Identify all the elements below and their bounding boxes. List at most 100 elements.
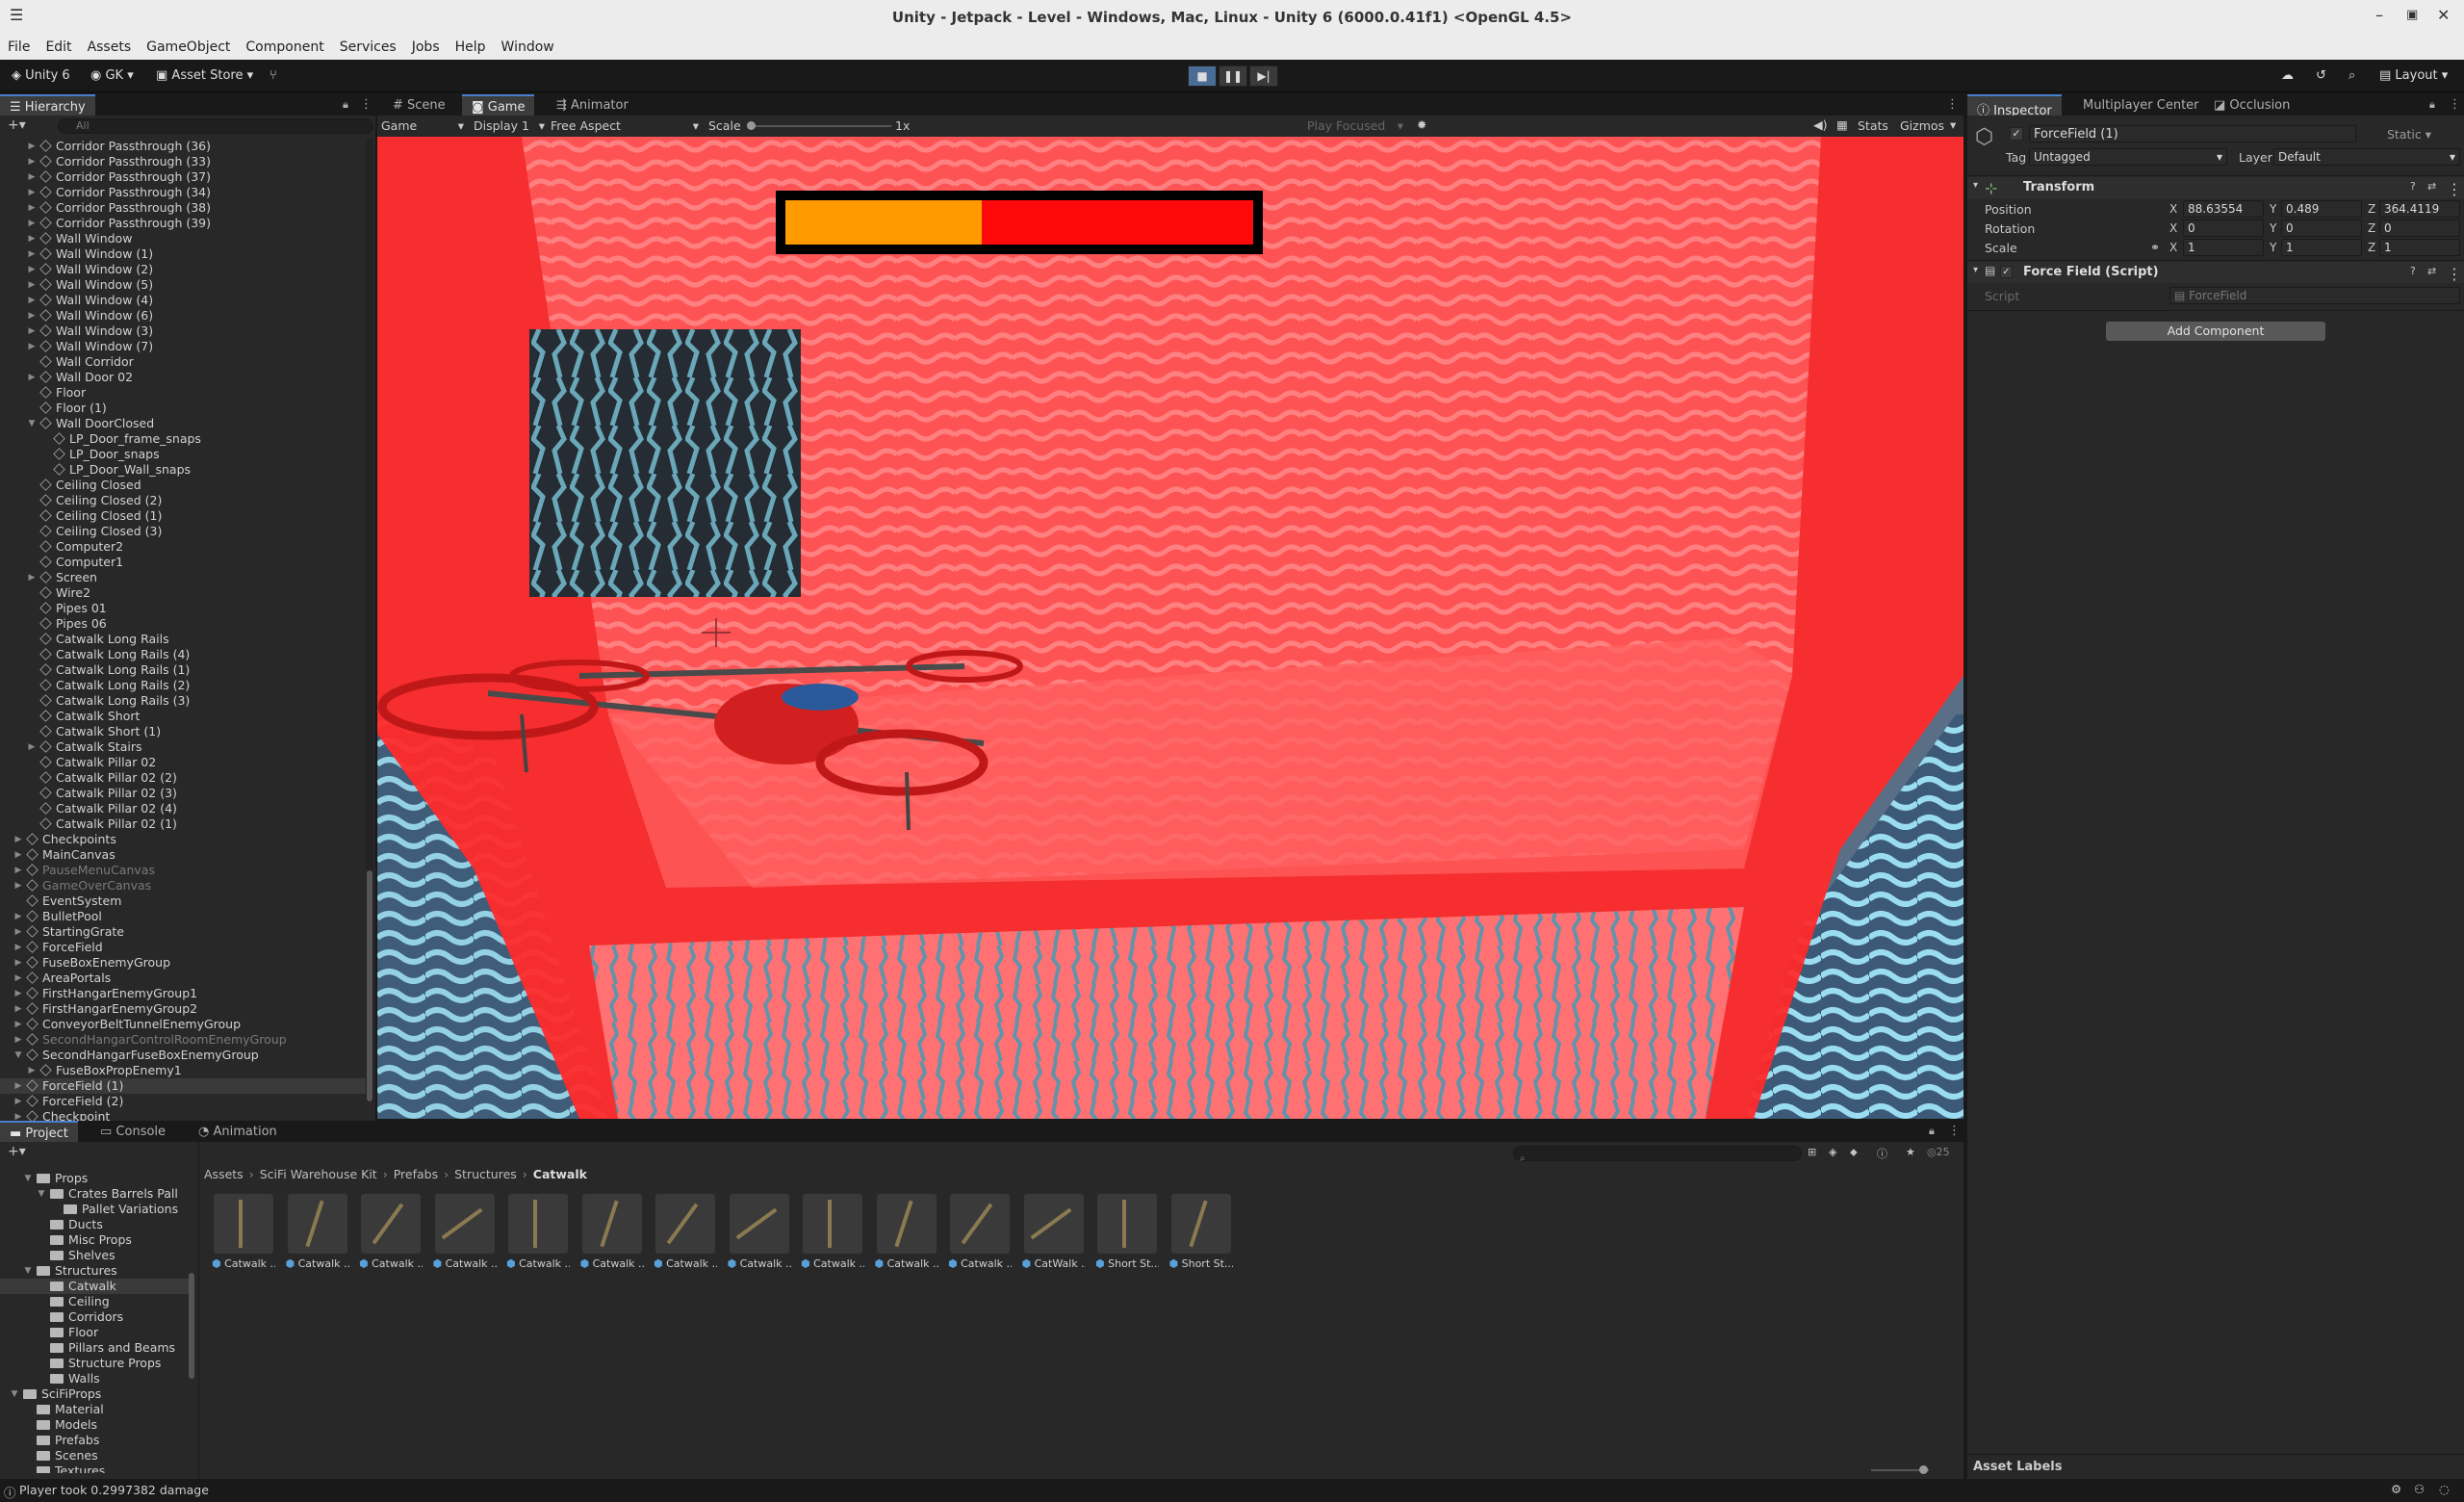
favorite-star-icon[interactable]: ★ bbox=[1906, 1146, 1915, 1158]
hierarchy-item[interactable]: ▶ Checkpoint bbox=[0, 1109, 370, 1121]
hierarchy-item[interactable]: Catwalk Short bbox=[0, 709, 370, 724]
tree-scroll-thumb[interactable] bbox=[189, 1273, 194, 1379]
hierarchy-item[interactable]: ▶ Corridor Passthrough (39) bbox=[0, 216, 370, 231]
inspector-more-icon[interactable]: ⋮ bbox=[2449, 97, 2461, 112]
project-add-icon[interactable]: +▾ bbox=[8, 1144, 26, 1159]
project-folder[interactable]: ▼ Crates Barrels Pall bbox=[0, 1186, 192, 1202]
add-component-button[interactable]: Add Component bbox=[2106, 322, 2325, 341]
project-folder[interactable]: Prefabs bbox=[0, 1433, 192, 1448]
version-control-icon[interactable]: ⑂ bbox=[264, 65, 283, 87]
history-icon[interactable]: ↺ bbox=[2310, 65, 2332, 87]
hierarchy-item[interactable]: EventSystem bbox=[0, 893, 370, 909]
expand-arrow-icon[interactable]: ▶ bbox=[27, 308, 37, 324]
cloud-icon[interactable]: ☁ bbox=[2275, 65, 2299, 87]
minimize-icon[interactable]: – bbox=[2375, 6, 2383, 24]
expand-arrow-icon[interactable]: ▼ bbox=[27, 416, 37, 431]
asset-thumbnail[interactable]: ⬢ CatWalk ... bbox=[1022, 1194, 1086, 1270]
project-folder[interactable]: ▼ SciFiProps bbox=[0, 1386, 192, 1402]
sun-icon[interactable]: ✹ bbox=[1417, 117, 1426, 132]
expand-arrow-icon[interactable]: ▶ bbox=[27, 324, 37, 339]
hierarchy-item[interactable]: ▶ Checkpoints bbox=[0, 832, 370, 847]
hierarchy-item[interactable]: ▼ SecondHangarFuseBoxEnemyGroup bbox=[0, 1048, 370, 1063]
hierarchy-item[interactable]: ▶ PauseMenuCanvas bbox=[0, 863, 370, 878]
project-folder[interactable]: Ducts bbox=[0, 1217, 192, 1232]
hierarchy-item[interactable]: ▶ FuseBoxEnemyGroup bbox=[0, 955, 370, 971]
position-x-field[interactable]: 88.63554 bbox=[2183, 200, 2264, 218]
hierarchy-item[interactable]: LP_Door_snaps bbox=[0, 447, 370, 462]
hierarchy-item[interactable]: ▶ FuseBoxPropEnemy1 bbox=[0, 1063, 370, 1078]
project-folder[interactable]: Corridors bbox=[0, 1309, 192, 1325]
tab-console[interactable]: ▭ Console bbox=[90, 1121, 175, 1142]
asset-thumbnail[interactable]: ⬢ Catwalk ... bbox=[948, 1194, 1012, 1270]
hierarchy-item[interactable]: ▶ ConveyorBeltTunnelEnemyGroup bbox=[0, 1017, 370, 1032]
hierarchy-item[interactable]: ▶ Catwalk Stairs bbox=[0, 739, 370, 755]
layout-dropdown[interactable]: ▤ Layout ▾ bbox=[2374, 65, 2453, 87]
project-folder[interactable]: Material bbox=[0, 1402, 192, 1417]
menu-assets[interactable]: Assets bbox=[80, 35, 140, 55]
hierarchy-scroll-thumb[interactable] bbox=[367, 870, 372, 1101]
preset-icon[interactable]: ⇄ bbox=[2427, 265, 2436, 277]
project-folder[interactable]: Catwalk bbox=[0, 1279, 192, 1294]
project-search-input[interactable]: ⌕ bbox=[1513, 1146, 1802, 1164]
lock-icon[interactable]: 🔒︎ bbox=[343, 98, 348, 112]
filter-type-icon[interactable]: ⊞ bbox=[1808, 1146, 1816, 1158]
tab-multiplayer-center[interactable]: Multiplayer Center bbox=[2073, 94, 2209, 116]
expand-arrow-icon[interactable]: ▶ bbox=[13, 878, 23, 893]
link-icon[interactable]: ⚭ bbox=[2150, 241, 2160, 254]
hierarchy-item[interactable]: ▶ FirstHangarEnemyGroup1 bbox=[0, 986, 370, 1001]
position-z-field[interactable]: 364.4119 bbox=[2379, 200, 2460, 218]
project-folder[interactable]: Misc Props bbox=[0, 1232, 192, 1248]
expand-arrow-icon[interactable]: ▶ bbox=[13, 971, 23, 986]
hierarchy-item[interactable]: ▶ FirstHangarEnemyGroup2 bbox=[0, 1001, 370, 1017]
hierarchy-item[interactable]: Catwalk Long Rails (1) bbox=[0, 662, 370, 678]
hierarchy-item[interactable]: Ceiling Closed (1) bbox=[0, 508, 370, 524]
hierarchy-item[interactable]: Catwalk Pillar 02 (4) bbox=[0, 801, 370, 816]
expand-arrow-icon[interactable]: ▶ bbox=[27, 246, 37, 262]
hierarchy-item[interactable]: ▶ ForceField (2) bbox=[0, 1094, 370, 1109]
aspect-dropdown[interactable]: Free Aspect ▾ bbox=[551, 118, 699, 133]
object-name-field[interactable]: ForceField (1) bbox=[2029, 125, 2356, 142]
inspector-lock-icon[interactable]: 🔒︎ bbox=[2429, 98, 2435, 112]
tab-game[interactable]: ◙ Game bbox=[462, 94, 535, 116]
hierarchy-item[interactable]: ▼ Wall DoorClosed bbox=[0, 416, 370, 431]
scale-slider-knob[interactable] bbox=[747, 121, 756, 130]
project-folder[interactable]: Ceiling bbox=[0, 1294, 192, 1309]
expand-arrow-icon[interactable]: ▶ bbox=[27, 570, 37, 585]
asset-thumbnail[interactable]: ⬢ Catwalk ... bbox=[875, 1194, 938, 1270]
rotation-x-field[interactable]: 0 bbox=[2183, 220, 2264, 237]
hierarchy-item[interactable]: ▶ Corridor Passthrough (33) bbox=[0, 154, 370, 169]
hierarchy-item[interactable]: ▶ Wall Window (5) bbox=[0, 277, 370, 293]
hierarchy-item[interactable]: ▶ Wall Window (6) bbox=[0, 308, 370, 324]
expand-arrow-icon[interactable]: ▶ bbox=[13, 1109, 23, 1121]
menu-help[interactable]: Help bbox=[448, 35, 494, 55]
rotation-z-field[interactable]: 0 bbox=[2379, 220, 2460, 237]
asset-thumbnail[interactable]: ⬢ Catwalk ... bbox=[801, 1194, 864, 1270]
hierarchy-item[interactable]: ▶ Wall Window (4) bbox=[0, 293, 370, 308]
menu-services[interactable]: Services bbox=[332, 35, 404, 55]
position-y-field[interactable]: 0.489 bbox=[2281, 200, 2362, 218]
tag-dropdown[interactable]: Untagged ▾ bbox=[2029, 148, 2227, 166]
hierarchy-item[interactable]: Catwalk Long Rails (4) bbox=[0, 647, 370, 662]
hierarchy-scrollbar[interactable] bbox=[366, 139, 373, 1101]
asset-store-dropdown[interactable]: ▣ Asset Store ▾ bbox=[150, 65, 259, 87]
account-dropdown[interactable]: ◉ GK ▾ bbox=[85, 65, 140, 87]
unity-account-button[interactable]: ◈ Unity 6 bbox=[6, 65, 76, 87]
project-lock-icon[interactable]: 🔒︎ bbox=[1929, 1125, 1935, 1138]
hierarchy-item[interactable]: Computer1 bbox=[0, 555, 370, 570]
hierarchy-item[interactable]: Catwalk Short (1) bbox=[0, 724, 370, 739]
expand-arrow-icon[interactable]: ▶ bbox=[13, 1078, 23, 1094]
folder-expand-icon[interactable]: ▼ bbox=[37, 1186, 46, 1202]
expand-arrow-icon[interactable]: ▶ bbox=[13, 1017, 23, 1032]
expand-arrow-icon[interactable]: ▶ bbox=[13, 1001, 23, 1017]
tab-animator[interactable]: ⇶ Animator bbox=[547, 94, 638, 116]
close-icon[interactable]: ✕ bbox=[2437, 6, 2450, 24]
bug-icon[interactable]: ⚙ bbox=[2391, 1482, 2401, 1496]
asset-thumbnail[interactable]: ⬢ Catwalk ... bbox=[212, 1194, 275, 1270]
component-menu-icon[interactable]: ⋮ bbox=[2447, 265, 2462, 283]
asset-thumbnail[interactable]: ⬢ Catwalk ... bbox=[359, 1194, 423, 1270]
preset-icon[interactable]: ⇄ bbox=[2427, 180, 2436, 193]
breadcrumb-item[interactable]: Assets bbox=[204, 1167, 244, 1181]
asset-thumbnail[interactable]: ⬢ Catwalk ... bbox=[433, 1194, 497, 1270]
project-folder[interactable]: Shelves bbox=[0, 1248, 192, 1263]
expand-arrow-icon[interactable]: ▶ bbox=[27, 262, 37, 277]
